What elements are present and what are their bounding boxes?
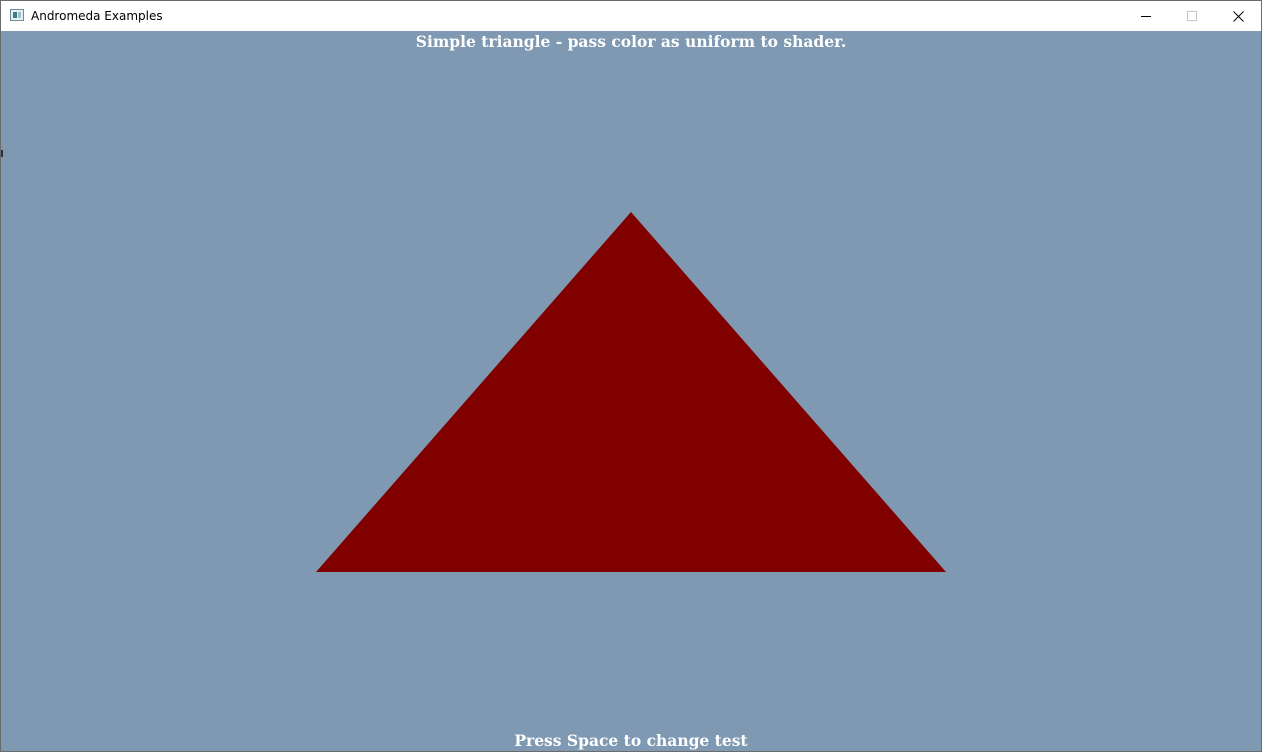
window-title: Andromeda Examples — [31, 9, 163, 23]
close-button[interactable] — [1215, 1, 1261, 31]
maximize-icon — [1187, 11, 1197, 21]
footer-hint: Press Space to change test — [514, 731, 748, 750]
render-viewport[interactable]: Simple triangle - pass color as uniform … — [1, 31, 1261, 751]
triangle-canvas — [316, 212, 946, 572]
minimize-icon — [1141, 16, 1151, 17]
close-icon — [1233, 11, 1244, 22]
app-icon[interactable] — [10, 9, 24, 21]
rendered-triangle — [316, 212, 946, 572]
title-bar[interactable]: Andromeda Examples — [1, 1, 1261, 31]
minimize-button[interactable] — [1123, 1, 1169, 31]
maximize-button[interactable] — [1169, 1, 1215, 31]
app-window: Andromeda Examples Simple triangle - pas… — [0, 0, 1262, 752]
